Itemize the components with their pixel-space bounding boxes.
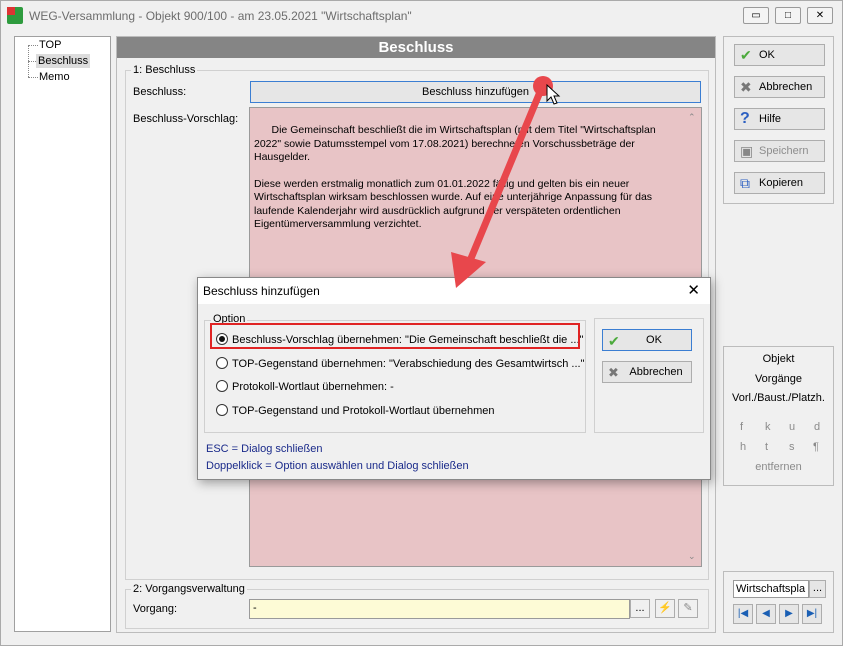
help-button[interactable]: ? Hilfe bbox=[734, 108, 825, 130]
vorschlag-label: Beschluss-Vorschlag: bbox=[133, 113, 239, 125]
vorgang-input[interactable]: - bbox=[249, 599, 630, 619]
next-record-icon[interactable]: ▶ bbox=[779, 604, 799, 624]
glyph-d[interactable]: d bbox=[814, 421, 820, 433]
prev-record-icon[interactable]: ◀ bbox=[756, 604, 776, 624]
dialog-cancel-button[interactable]: ✖ Abbrechen bbox=[602, 361, 692, 383]
first-record-icon[interactable]: |◀ bbox=[733, 604, 753, 624]
glyph-h[interactable]: h bbox=[740, 441, 746, 453]
info-panel: Objekt Vorgänge Vorl./Baust./Platzh. f k… bbox=[723, 346, 834, 486]
record-navigator: Wirtschaftspla ... |◀ ◀ ▶ ▶| bbox=[723, 571, 834, 633]
option-protokoll-label: Protokoll-Wortlaut übernehmen: - bbox=[232, 381, 394, 393]
dialog-cancel-label: Abbrechen bbox=[629, 366, 683, 378]
radio-icon[interactable] bbox=[216, 357, 228, 369]
glyph-s[interactable]: s bbox=[789, 441, 795, 453]
glyph-t[interactable]: t bbox=[765, 441, 768, 453]
panel-header: Beschluss bbox=[117, 37, 715, 58]
tree-item-memo[interactable]: Memo bbox=[37, 70, 72, 84]
beschluss-group-title: 1: Beschluss bbox=[131, 64, 198, 76]
app-icon bbox=[7, 7, 23, 24]
option-top-gegenstand[interactable]: TOP-Gegenstand übernehmen: "Verabschiedu… bbox=[216, 356, 584, 372]
vorgang-browse-button[interactable]: ... bbox=[630, 599, 650, 618]
objekt-label[interactable]: Objekt bbox=[724, 353, 833, 365]
glyph-pilcrow[interactable]: ¶ bbox=[813, 441, 819, 453]
option-top-und-protokoll[interactable]: TOP-Gegenstand und Protokoll-Wortlaut üb… bbox=[216, 403, 495, 419]
ok-label: OK bbox=[759, 49, 775, 61]
option-top-gegenstand-label: TOP-Gegenstand übernehmen: "Verabschiedu… bbox=[232, 358, 585, 370]
tree-item-beschluss[interactable]: Beschluss bbox=[36, 54, 91, 68]
add-beschluss-dialog: Beschluss hinzufügen ✕ Option Beschluss-… bbox=[197, 277, 711, 480]
save-label: Speichern bbox=[759, 145, 809, 157]
glyph-f[interactable]: f bbox=[740, 421, 743, 433]
vorl-label[interactable]: Vorl./Baust./Platzh. bbox=[724, 392, 833, 404]
radio-icon[interactable] bbox=[216, 380, 228, 392]
question-icon: ? bbox=[740, 110, 750, 127]
beschluss-label: Beschluss: bbox=[133, 86, 187, 98]
dialog-ok-button[interactable]: ✔ OK bbox=[602, 329, 692, 351]
dialog-close-icon[interactable]: ✕ bbox=[687, 281, 700, 299]
dialog-ok-label: OK bbox=[646, 334, 662, 346]
last-record-icon[interactable]: ▶| bbox=[802, 604, 822, 624]
minimize-button[interactable]: ▭ bbox=[743, 7, 769, 24]
ok-button[interactable]: ✔ OK bbox=[734, 44, 825, 66]
pencil-icon[interactable]: ✎ bbox=[678, 599, 698, 618]
option-top-und-protokoll-label: TOP-Gegenstand und Protokoll-Wortlaut üb… bbox=[232, 405, 495, 417]
record-field[interactable]: Wirtschaftspla bbox=[733, 580, 809, 598]
tree-item-top[interactable]: TOP bbox=[37, 38, 63, 52]
lightning-icon[interactable]: ⚡ bbox=[655, 599, 675, 618]
title-bar: WEG-Versammlung - Objekt 900/100 - am 23… bbox=[1, 1, 842, 31]
copy-button[interactable]: ⧉ Kopieren bbox=[734, 172, 825, 194]
window-title: WEG-Versammlung - Objekt 900/100 - am 23… bbox=[29, 9, 412, 23]
floppy-icon: ▣ bbox=[740, 143, 754, 159]
check-icon: ✔ bbox=[608, 333, 620, 349]
vorgaenge-label[interactable]: Vorgänge bbox=[724, 373, 833, 385]
action-panel: ✔ OK ✖ Abbrechen ? Hilfe ▣ Speichern ⧉ K… bbox=[723, 36, 834, 204]
x-icon: ✖ bbox=[740, 79, 752, 95]
help-label: Hilfe bbox=[759, 113, 782, 125]
x-icon: ✖ bbox=[608, 365, 619, 380]
save-button[interactable]: ▣ Speichern bbox=[734, 140, 825, 162]
close-window-button[interactable]: ✕ bbox=[807, 7, 833, 24]
cancel-label: Abbrechen bbox=[759, 81, 813, 93]
vorgang-group-title: 2: Vorgangsverwaltung bbox=[131, 583, 247, 595]
scroll-up-icon[interactable]: ⌃ bbox=[688, 111, 696, 124]
dialog-title: Beschluss hinzufügen bbox=[203, 284, 320, 298]
glyph-k[interactable]: k bbox=[765, 421, 771, 433]
navigation-tree: TOP Beschluss Memo bbox=[14, 36, 111, 632]
dialog-title-bar: Beschluss hinzufügen ✕ bbox=[198, 278, 710, 304]
copy-icon: ⧉ bbox=[740, 175, 750, 191]
cancel-button[interactable]: ✖ Abbrechen bbox=[734, 76, 825, 98]
add-beschluss-button[interactable]: Beschluss hinzufügen bbox=[250, 81, 701, 103]
check-icon: ✔ bbox=[740, 47, 752, 63]
doubleclick-hint: Doppelklick = Option auswählen und Dialo… bbox=[206, 460, 469, 472]
highlight-box bbox=[210, 323, 580, 349]
option-protokoll[interactable]: Protokoll-Wortlaut übernehmen: - bbox=[216, 379, 394, 395]
copy-label: Kopieren bbox=[759, 177, 804, 189]
glyph-u[interactable]: u bbox=[789, 421, 795, 433]
esc-hint: ESC = Dialog schließen bbox=[206, 443, 323, 455]
vorschlag-text: Die Gemeinschaft beschließt die im Wirts… bbox=[254, 124, 656, 231]
maximize-button[interactable]: □ bbox=[775, 7, 801, 24]
record-browse-button[interactable]: ... bbox=[809, 580, 826, 598]
radio-icon[interactable] bbox=[216, 404, 228, 416]
vorgang-label: Vorgang: bbox=[133, 603, 178, 615]
entfernen-label[interactable]: entfernen bbox=[724, 461, 833, 473]
scroll-down-icon[interactable]: ⌄ bbox=[688, 550, 696, 563]
